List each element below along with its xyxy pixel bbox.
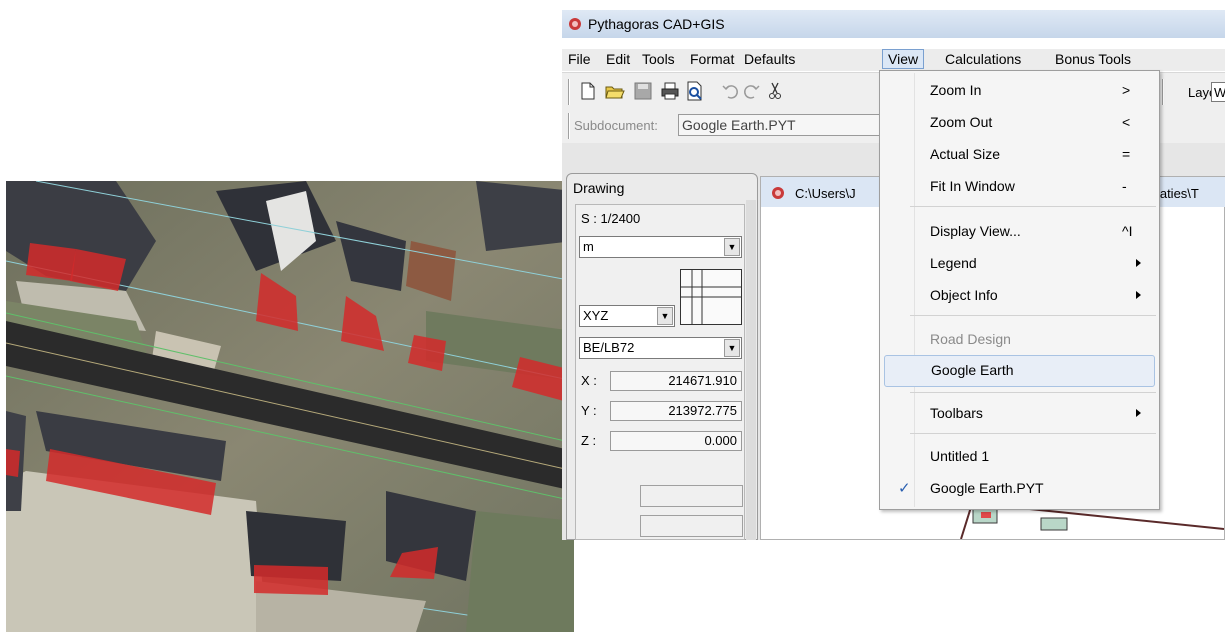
building-overlay	[6, 449, 20, 477]
menu-item-label: Fit In Window	[930, 178, 1015, 194]
drawing-building	[981, 512, 991, 518]
menu-tools[interactable]: Tools	[637, 49, 680, 69]
menu-item-shortcut: ^I	[1122, 223, 1133, 239]
aerial-map-image	[6, 181, 574, 632]
z-coordinate-field[interactable]: 0.000	[610, 431, 742, 451]
checkmark-icon: ✓	[898, 480, 911, 497]
menu-item-label: Road Design	[930, 331, 1011, 347]
view-menu-dropdown: Zoom In > Zoom Out < Actual Size = Fit I…	[879, 70, 1160, 510]
drawing-building	[1040, 517, 1068, 531]
menu-item-shortcut: =	[1122, 146, 1131, 162]
roof	[476, 181, 574, 251]
projection-select[interactable]: BE/LB72 ▼	[579, 337, 742, 359]
menu-item-display-view[interactable]: Display View... ^I	[884, 217, 1155, 247]
x-label: X :	[581, 373, 597, 388]
print-icon[interactable]	[659, 80, 681, 102]
open-folder-icon[interactable]	[604, 80, 626, 102]
subdocument-select[interactable]: Google Earth.PYT	[678, 114, 890, 136]
menu-edit[interactable]: Edit	[601, 49, 635, 69]
toolbar-separator	[1162, 79, 1164, 105]
menu-item-label: Actual Size	[930, 146, 1001, 162]
toolbar-separator	[568, 113, 570, 139]
menu-item-zoom-in[interactable]: Zoom In >	[884, 76, 1155, 106]
scale-readout: S : 1/2400	[581, 211, 641, 226]
app-title: Pythagoras CAD+GIS	[588, 16, 725, 32]
menu-item-toolbars[interactable]: Toolbars	[884, 399, 1155, 429]
menu-item-shortcut: -	[1122, 178, 1127, 194]
menu-item-road-design: Road Design	[884, 325, 1155, 355]
projection-value: BE/LB72	[583, 340, 635, 355]
document-path: C:\Users\J	[795, 186, 856, 201]
empty-field[interactable]	[640, 515, 743, 537]
document-icon	[772, 187, 784, 199]
submenu-arrow-icon	[1136, 409, 1141, 417]
garden	[466, 511, 574, 632]
drawing-panel: Drawing S : 1/2400 m ▼ XYZ ▼ BE/LB72 ▼ X…	[566, 173, 758, 540]
menu-separator	[910, 206, 1156, 207]
redo-icon[interactable]	[740, 80, 762, 102]
toolbar-separator	[568, 79, 570, 105]
print-preview-icon[interactable]	[684, 80, 706, 102]
panel-title: Drawing	[573, 180, 625, 196]
drawing-panel-body: S : 1/2400 m ▼ XYZ ▼ BE/LB72 ▼ X : 21467…	[575, 204, 745, 540]
menu-bar: File Edit Tools Format Defaults View Cal…	[562, 49, 1225, 71]
coord-mode-value: XYZ	[583, 308, 609, 323]
menu-item-legend[interactable]: Legend	[884, 249, 1155, 279]
menu-separator	[910, 433, 1156, 434]
menu-view[interactable]: View	[882, 49, 925, 69]
menu-bonus-tools[interactable]: Bonus Tools	[1050, 49, 1136, 69]
menu-calculations[interactable]: Calculations	[940, 49, 1026, 69]
z-label: Z :	[581, 433, 597, 448]
menu-item-actual-size[interactable]: Actual Size =	[884, 140, 1155, 170]
save-disk-icon[interactable]	[632, 80, 654, 102]
dropdown-arrow-icon[interactable]: ▼	[724, 238, 740, 256]
menu-item-fit-in-window[interactable]: Fit In Window -	[884, 172, 1155, 202]
menu-item-google-earth[interactable]: Google Earth	[884, 355, 1155, 387]
dropdown-arrow-icon[interactable]: ▼	[657, 307, 673, 325]
title-bar: Pythagoras CAD+GIS	[562, 10, 1225, 38]
menu-item-label: Zoom In	[930, 82, 982, 98]
dropdown-arrow-icon[interactable]: ▼	[724, 339, 740, 357]
menu-defaults[interactable]: Defaults	[739, 49, 800, 69]
menu-item-shortcut: <	[1122, 114, 1131, 130]
subdocument-label: Subdocument:	[574, 118, 658, 133]
menu-file[interactable]: File	[563, 49, 596, 69]
menu-item-untitled-1[interactable]: Untitled 1	[884, 442, 1155, 472]
menu-item-label: Zoom Out	[930, 114, 993, 130]
layer-select[interactable]: W	[1211, 82, 1225, 102]
app-logo-icon	[569, 18, 581, 30]
menu-item-label: Legend	[930, 255, 977, 271]
grid-icon[interactable]	[680, 269, 742, 325]
menu-item-label: Display View...	[930, 223, 1021, 239]
menu-item-shortcut: >	[1122, 82, 1131, 98]
unit-select[interactable]: m ▼	[579, 236, 742, 258]
menu-item-google-earth-pyt[interactable]: ✓ Google Earth.PYT	[884, 474, 1155, 504]
building-overlay	[254, 565, 328, 595]
coord-mode-select[interactable]: XYZ ▼	[579, 305, 675, 327]
building-overlay	[26, 243, 76, 281]
menu-item-label: Toolbars	[930, 405, 983, 421]
empty-field[interactable]	[640, 485, 743, 507]
menu-separator	[910, 315, 1156, 316]
y-label: Y :	[581, 403, 597, 418]
menu-item-object-info[interactable]: Object Info	[884, 281, 1155, 311]
new-document-icon[interactable]	[577, 80, 599, 102]
menu-item-label: Object Info	[930, 287, 998, 303]
y-coordinate-field[interactable]: 213972.775	[610, 401, 742, 421]
menu-item-label: Google Earth.PYT	[930, 480, 1044, 496]
menu-separator	[910, 392, 1156, 393]
cut-scissors-icon[interactable]	[764, 80, 786, 102]
undo-icon[interactable]	[720, 80, 742, 102]
unit-value: m	[583, 239, 594, 254]
submenu-arrow-icon	[1136, 259, 1141, 267]
menu-item-label: Untitled 1	[930, 448, 990, 464]
menu-item-zoom-out[interactable]: Zoom Out <	[884, 108, 1155, 138]
menu-item-label: Google Earth	[931, 362, 1014, 378]
panel-scrollbar[interactable]	[746, 200, 756, 540]
submenu-arrow-icon	[1136, 291, 1141, 299]
menu-format[interactable]: Format	[685, 49, 739, 69]
x-coordinate-field[interactable]: 214671.910	[610, 371, 742, 391]
